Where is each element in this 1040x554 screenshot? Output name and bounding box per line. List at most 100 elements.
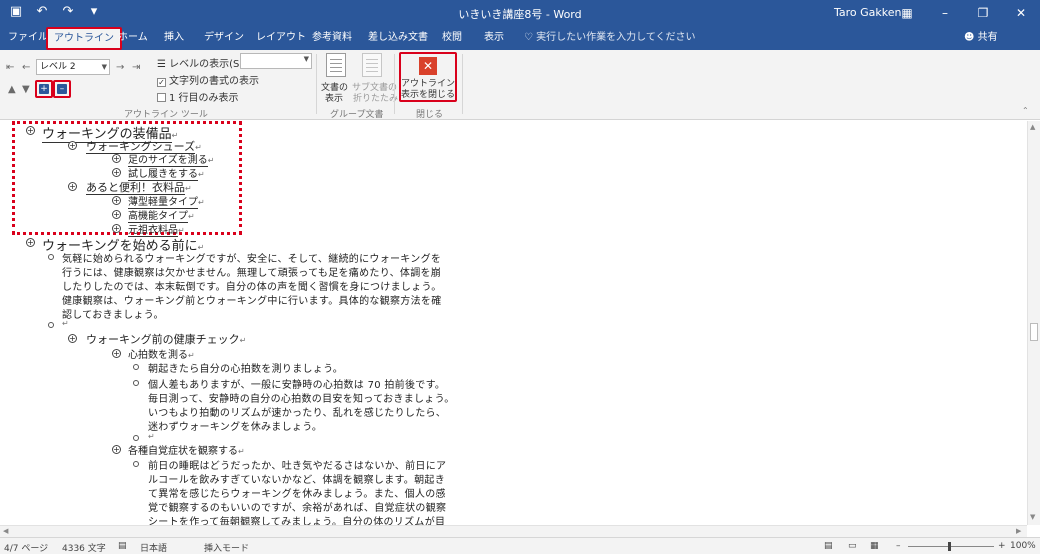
web-layout-icon[interactable]: ▦: [870, 541, 879, 551]
close-x-icon: ✕: [419, 57, 437, 75]
expand-heading-icon[interactable]: +: [112, 445, 121, 454]
close-outline-label: アウトライン 表示を閉じる: [401, 79, 456, 100]
body-text-line[interactable]: いつもより拍動のリズムが速かったり、乱れを感じたりしたら、: [148, 404, 446, 419]
body-text-line[interactable]: 認しておきましょう。: [62, 306, 164, 321]
document-area[interactable]: + ウォーキングの装備品↵ + ウォーキングシューズ↵ + 足のサイズを測る↵ …: [0, 121, 1027, 525]
tab-layout[interactable]: レイアウト: [256, 26, 306, 50]
body-text-line[interactable]: 朝起きたら自分の心拍数を測りましょう。: [148, 360, 343, 375]
collapse-button[interactable]: –: [53, 80, 71, 98]
heading-3[interactable]: 高機能タイプ↵: [128, 207, 195, 223]
tab-mailings[interactable]: 差し込み文書: [368, 26, 428, 50]
tab-view[interactable]: 表示: [484, 26, 504, 50]
body-text-bullet-icon: [133, 461, 139, 467]
share-button[interactable]: ☻ 共有: [964, 26, 998, 50]
maximize-icon[interactable]: ❐: [964, 0, 1002, 26]
expand-heading-icon[interactable]: +: [68, 141, 77, 150]
zoom-in-icon[interactable]: +: [998, 541, 1006, 551]
language-indicator[interactable]: 日本語: [140, 541, 167, 554]
scroll-thumb[interactable]: [1030, 323, 1038, 341]
zoom-slider-knob[interactable]: [948, 542, 951, 551]
body-text-line[interactable]: ルコールを飲みすぎていないかなど、体調を観察します。朝起き: [148, 471, 445, 486]
expand-heading-icon[interactable]: +: [68, 334, 77, 343]
collapse-sub-label-2[interactable]: 折りたたみ: [353, 91, 398, 104]
heading-3[interactable]: 足のサイズを測る↵: [128, 151, 214, 167]
expand-heading-icon[interactable]: +: [68, 182, 77, 191]
collapse-ribbon-icon[interactable]: ⌃: [1022, 106, 1029, 115]
promote-to-heading1-icon[interactable]: ⇤: [6, 62, 14, 73]
outline-level-select[interactable]: レベル 2 ▼: [36, 59, 110, 75]
expand-heading-icon[interactable]: +: [26, 126, 35, 135]
tab-references[interactable]: 参考資料: [312, 26, 352, 50]
body-text-line[interactable]: シートを作って毎朝観察してみましょう。自分の体のリズムが目: [148, 513, 445, 525]
print-layout-icon[interactable]: ▭: [848, 541, 857, 551]
show-document-label-2[interactable]: 表示: [325, 91, 343, 104]
body-text-line[interactable]: 覚で観察するのもいいのですが、余裕があれば、自覚症状の観察: [148, 499, 446, 514]
heading-3[interactable]: 薄型軽量タイプ↵: [128, 193, 205, 209]
scroll-right-icon[interactable]: ▶: [1016, 527, 1021, 535]
first-line-label: 1 行目のみ表示: [169, 93, 239, 104]
expand-heading-icon[interactable]: +: [112, 154, 121, 163]
expand-heading-icon[interactable]: +: [26, 238, 35, 247]
collapse-subdocuments-icon[interactable]: [362, 53, 382, 77]
minimize-icon[interactable]: –: [926, 0, 964, 26]
expand-button[interactable]: +: [35, 80, 53, 98]
chevron-down-icon: ▼: [101, 63, 107, 71]
body-text-line[interactable]: 前日の睡眠はどうだったか、吐き気やだるさはないか、前日にア: [148, 457, 446, 472]
heading-3[interactable]: 試し履きをする↵: [128, 165, 205, 181]
horizontal-scrollbar[interactable]: ◀ ▶: [0, 525, 1027, 537]
show-level-select[interactable]: ▼: [240, 53, 312, 69]
body-text-line[interactable]: 気軽に始められるウォーキングですが、安全に、そして、継続的にウォーキングを: [62, 250, 441, 265]
page-count[interactable]: 4/7 ページ: [4, 541, 48, 554]
move-down-icon[interactable]: ▼: [22, 84, 30, 95]
scroll-down-icon[interactable]: ▼: [1030, 513, 1035, 521]
expand-heading-icon[interactable]: +: [112, 210, 121, 219]
body-text-line[interactable]: したりしたのでは、本末転倒です。自分の体の声を聞く習慣を身につけましょう。: [62, 278, 442, 293]
expand-heading-icon[interactable]: +: [112, 168, 121, 177]
body-text-line[interactable]: 毎日測って、安静時の自分の心拍数の目安を知っておきましょう。: [148, 390, 455, 405]
body-text-line[interactable]: 行うには、健康観察は欠かせません。無理して頑張っても足を痛めたり、体調を崩: [62, 264, 441, 279]
demote-to-body-icon[interactable]: ⇥: [132, 62, 140, 73]
read-mode-icon[interactable]: ▤: [824, 541, 833, 551]
move-up-icon[interactable]: ▲: [8, 84, 16, 95]
ribbon-display-icon[interactable]: ▦: [888, 0, 926, 26]
tab-review[interactable]: 校閲: [442, 26, 462, 50]
tab-insert[interactable]: 挿入: [164, 26, 184, 50]
tab-file[interactable]: ファイル: [8, 26, 48, 50]
show-format-label: 文字列の書式の表示: [169, 76, 259, 87]
heading-3[interactable]: 心拍数を測る↵: [128, 346, 195, 361]
body-text-line[interactable]: 個人差もありますが、一般に安静時の心拍数は 70 拍前後です。: [148, 376, 445, 391]
tab-home[interactable]: ホーム: [118, 26, 148, 50]
heading-2[interactable]: ウォーキング前の健康チェック↵: [86, 331, 246, 347]
zoom-slider[interactable]: [908, 546, 994, 547]
body-text-line[interactable]: 健康観察は、ウォーキング前とウォーキング中に行います。具体的な観察方法を確: [62, 292, 442, 307]
zoom-out-icon[interactable]: –: [896, 541, 901, 551]
zoom-level[interactable]: 100%: [1010, 541, 1036, 551]
body-text-line[interactable]: 迷わずウォーキングを休みましょう。: [148, 418, 322, 433]
first-line-checkbox[interactable]: 1 行目のみ表示: [157, 89, 239, 104]
close-icon[interactable]: ✕: [1002, 0, 1040, 26]
insert-mode-indicator[interactable]: 挿入モード: [204, 541, 249, 554]
vertical-scrollbar[interactable]: ▲ ▼: [1027, 121, 1040, 525]
scroll-up-icon[interactable]: ▲: [1030, 123, 1035, 131]
tab-outline[interactable]: アウトライン: [46, 27, 122, 50]
show-format-checkbox[interactable]: ✓ 文字列の書式の表示: [157, 72, 259, 87]
show-document-icon[interactable]: [326, 53, 346, 77]
expand-heading-icon[interactable]: +: [112, 196, 121, 205]
proofing-icon[interactable]: ▤: [118, 541, 127, 551]
close-group-label: 閉じる: [416, 110, 444, 120]
expand-heading-icon[interactable]: +: [112, 349, 121, 358]
heading-3[interactable]: 元祖衣料品↵: [128, 221, 185, 237]
group-divider: [394, 54, 395, 114]
tell-me-box[interactable]: ♡ 実行したい作業を入力してください: [524, 26, 696, 50]
scroll-left-icon[interactable]: ◀: [3, 527, 8, 535]
tab-design[interactable]: デザイン: [204, 26, 244, 50]
close-outline-view-button[interactable]: ✕ アウトライン 表示を閉じる: [399, 52, 457, 102]
promote-icon[interactable]: ←: [22, 62, 30, 73]
heading-3[interactable]: 各種自覚症状を観察する↵: [128, 442, 245, 457]
expand-heading-icon[interactable]: +: [112, 224, 121, 233]
word-count[interactable]: 4336 文字: [62, 541, 106, 554]
minus-icon: –: [57, 84, 67, 94]
demote-icon[interactable]: →: [116, 62, 124, 73]
body-text-bullet-icon: [133, 380, 139, 386]
body-text-line[interactable]: て異常を感じたらウォーキングを休みましょう。また、個人の感: [148, 485, 446, 500]
